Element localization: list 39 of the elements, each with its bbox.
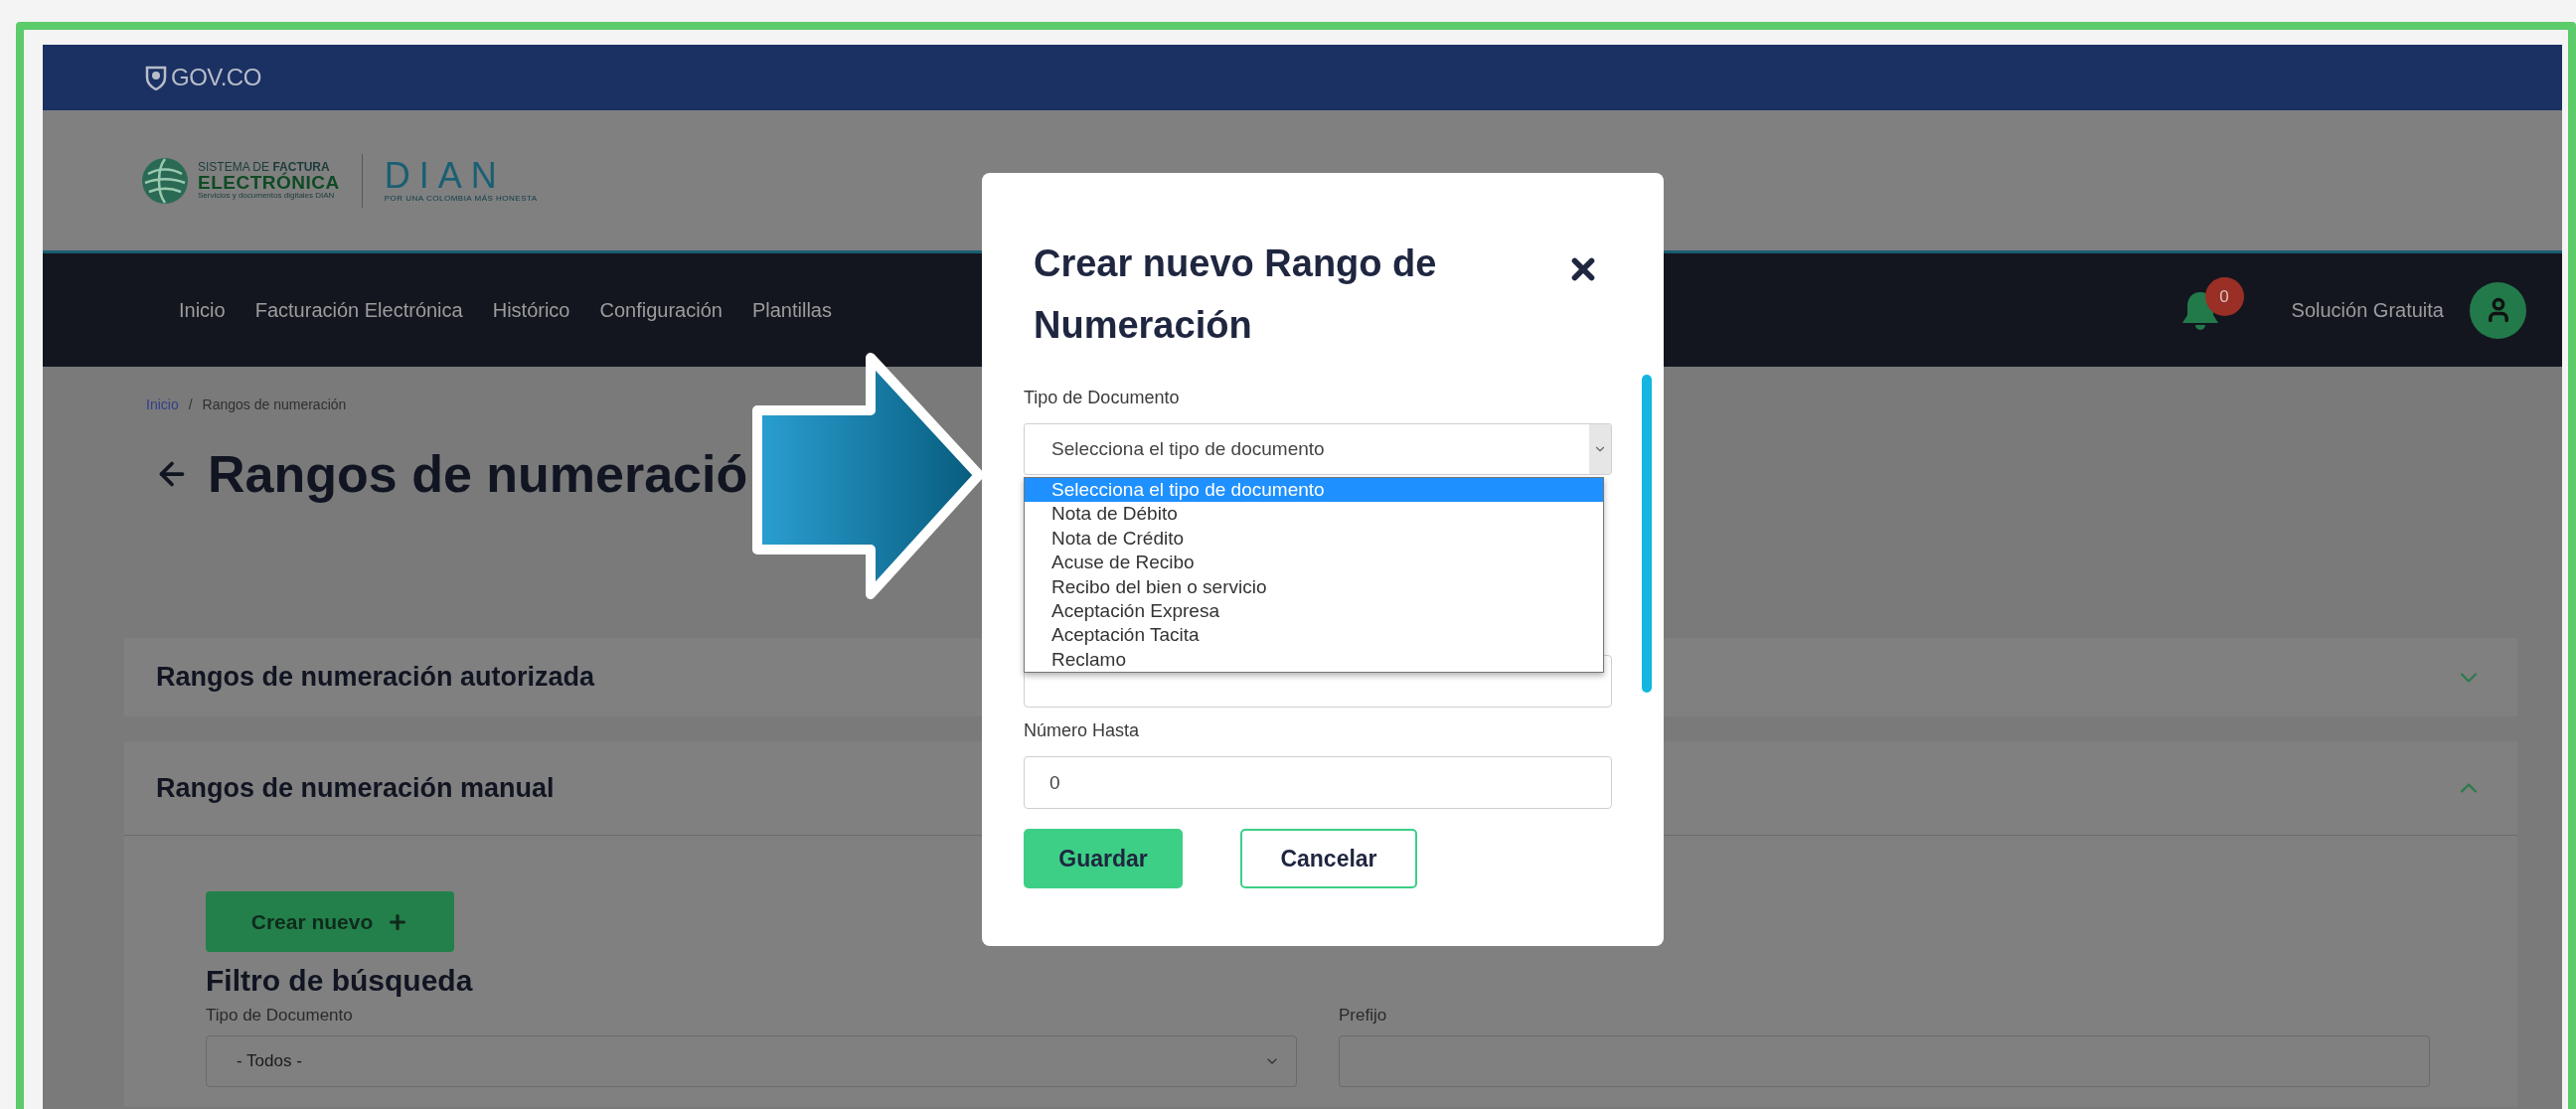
nav-link[interactable]: Histórico: [492, 298, 570, 322]
nav-link[interactable]: Configuración: [599, 298, 723, 322]
field-label: Tipo de Documento: [1024, 388, 1181, 409]
select-field[interactable]: Selecciona el tipo de documento: [1024, 423, 1612, 475]
filter-title: Filtro de búsqueda: [206, 964, 474, 998]
shield-icon: [145, 65, 167, 90]
nav-link[interactable]: Inicio: [179, 298, 226, 322]
field-label: Prefijo: [1339, 1006, 1388, 1026]
field-label: Tipo de Documento: [206, 1006, 354, 1026]
field-label: Número Hasta: [1024, 720, 1141, 742]
dropdown-option[interactable]: Aceptación Expresa: [1025, 598, 1603, 624]
accordion-title[interactable]: Rangos de numeración autorizada: [156, 662, 595, 693]
dropdown-option[interactable]: Reclamo: [1025, 647, 1603, 673]
notification-badge: 0: [2204, 277, 2244, 316]
save-button[interactable]: Guardar: [1024, 829, 1183, 888]
user-avatar[interactable]: [2470, 281, 2526, 339]
accordion-title[interactable]: Rangos de numeración manual: [156, 772, 555, 804]
select-field[interactable]: - Todos -: [206, 1035, 1297, 1087]
dropdown-option[interactable]: Aceptación Tacita: [1025, 623, 1603, 648]
dropdown-option[interactable]: Nota de Crédito: [1025, 526, 1603, 552]
agency-logo-text: DIAN: [384, 158, 506, 194]
breadcrumb-current: Rangos de numeración: [202, 396, 347, 412]
caret-icon: [1589, 424, 1611, 474]
nav-link[interactable]: Plantillas: [751, 298, 832, 322]
modal-title: Crear nuevo Rango de Numeración: [1034, 241, 1438, 348]
input-field[interactable]: 0: [1024, 756, 1612, 809]
dropdown-option[interactable]: Acuse de Recibo: [1025, 551, 1603, 575]
gov-co-logo-text[interactable]: GOV.CO: [171, 64, 261, 91]
scrollbar-thumb[interactable]: [1642, 375, 1652, 693]
agency-tagline: POR UNA COLOMBIA MÁS HONESTA: [384, 194, 538, 203]
dropdown-option[interactable]: Nota de Débito: [1025, 502, 1603, 527]
user-name[interactable]: Solución Gratuita: [2291, 298, 2444, 322]
cancel-button[interactable]: Cancelar: [1240, 829, 1417, 888]
page-title: Rangos de numeració: [208, 444, 748, 504]
globe-logo-icon: [140, 155, 190, 206]
dropdown-option[interactable]: Recibo del bien o servicio: [1025, 574, 1603, 599]
logo-subtitle: Servicios y documentos digitales DIAN: [198, 192, 336, 200]
breadcrumb-separator: /: [188, 396, 193, 412]
nav-link[interactable]: Facturación Electrónica: [254, 298, 463, 322]
